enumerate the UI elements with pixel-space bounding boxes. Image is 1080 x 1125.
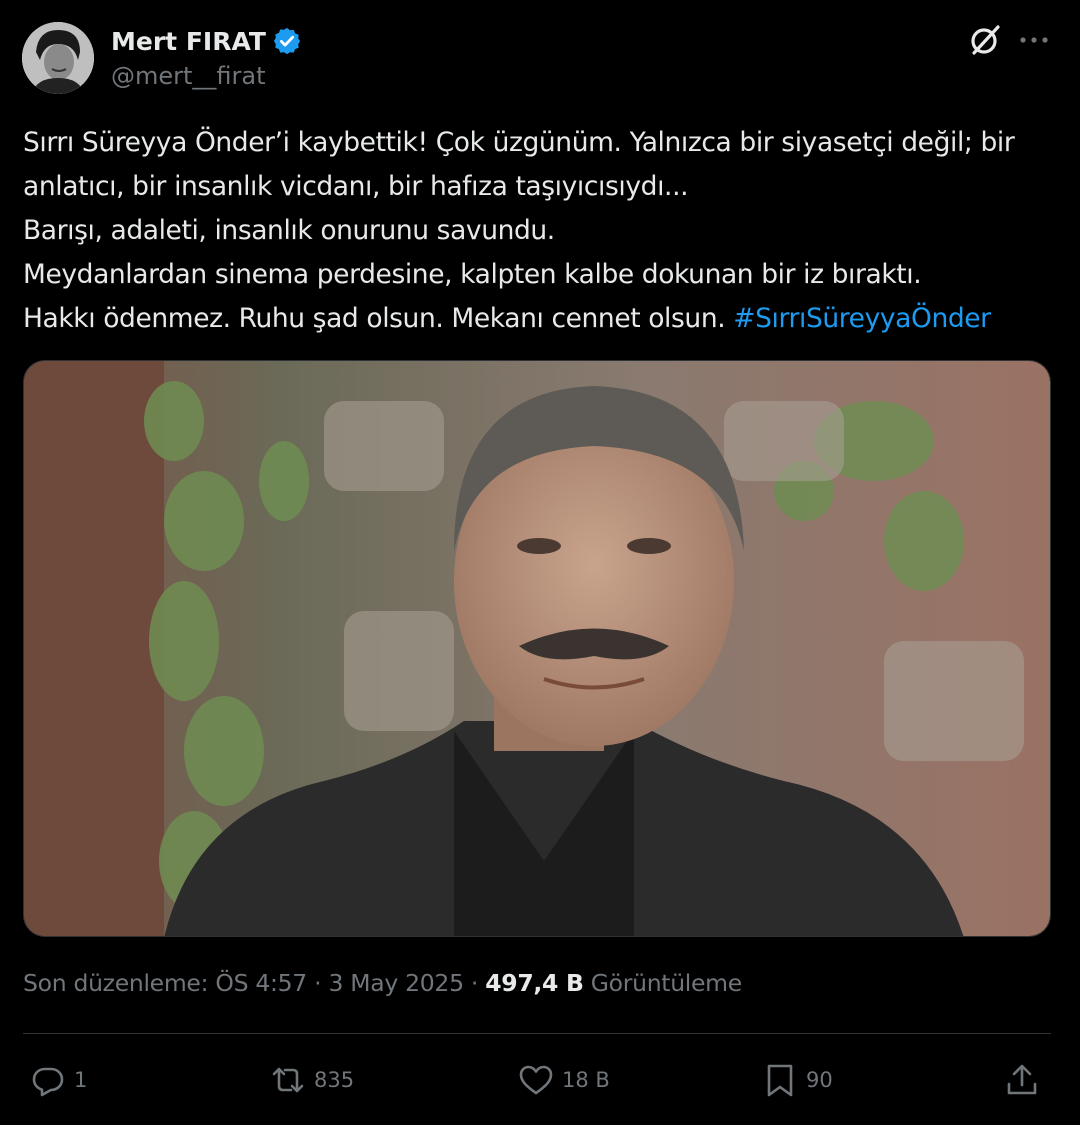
- reply-button[interactable]: 1: [30, 1060, 87, 1100]
- retweet-button[interactable]: 835: [270, 1060, 354, 1100]
- tweet-text-line: Sırrı Süreyya Önder’i kaybettik! Çok üzg…: [23, 127, 1015, 158]
- meta-separator: ·: [314, 969, 322, 997]
- tweet-meta: Son düzenleme: ÖS 4:57 · 3 May 2025 · 49…: [23, 969, 742, 997]
- tweet-photo[interactable]: [23, 360, 1051, 937]
- bookmark-count: 90: [806, 1068, 833, 1092]
- more-icon[interactable]: [1017, 26, 1051, 54]
- tweet-text: Sırrı Süreyya Önder’i kaybettik! Çok üzg…: [23, 121, 1063, 341]
- tweet-text-line: anlatıcı, bir insanlık vicdanı, bir hafı…: [23, 171, 689, 202]
- edited-label[interactable]: Son düzenleme: ÖS 4:57: [23, 969, 307, 997]
- retweet-count: 835: [314, 1068, 355, 1092]
- author-name[interactable]: Mert FIRAT: [111, 26, 302, 56]
- tweet-text-line-last: Hakkı ödenmez. Ruhu şad olsun. Mekanı ce…: [23, 297, 1063, 341]
- meta-separator: ·: [470, 969, 479, 997]
- divider: [23, 1033, 1051, 1034]
- retweet-icon: [272, 1067, 304, 1093]
- like-count: 18 B: [562, 1068, 610, 1092]
- tweet-date[interactable]: 3 May 2025: [328, 969, 464, 997]
- reply-icon: [32, 1067, 64, 1097]
- tweet-text-line: Barışı, adaleti, insanlık onurunu savund…: [23, 215, 555, 246]
- verified-badge-icon: [272, 26, 302, 56]
- share-icon: [1007, 1064, 1037, 1095]
- like-button[interactable]: 18 B: [518, 1060, 610, 1100]
- tweet: Mert FIRAT @mert__firat Sırrı Süreyya Ön…: [0, 0, 1080, 1125]
- views-count: 497,4 B: [485, 969, 584, 997]
- share-button[interactable]: [1004, 1060, 1040, 1100]
- hashtag-link[interactable]: #SırrıSüreyyaÖnder: [733, 303, 991, 334]
- author-handle[interactable]: @mert__firat: [111, 62, 266, 90]
- bookmark-icon: [767, 1064, 793, 1097]
- views-label: Görüntüleme: [590, 969, 742, 997]
- tweet-text-line: Meydanlardan sinema perdesine, kalpten k…: [23, 259, 922, 290]
- heart-icon: [519, 1065, 553, 1095]
- reply-count: 1: [74, 1068, 88, 1092]
- bookmark-button[interactable]: 90: [762, 1060, 833, 1100]
- grok-icon[interactable]: [967, 22, 1003, 58]
- tweet-text-line-content: Hakkı ödenmez. Ruhu şad olsun. Mekanı ce…: [23, 303, 734, 334]
- avatar[interactable]: [22, 22, 94, 94]
- author-name-text[interactable]: Mert FIRAT: [111, 27, 266, 56]
